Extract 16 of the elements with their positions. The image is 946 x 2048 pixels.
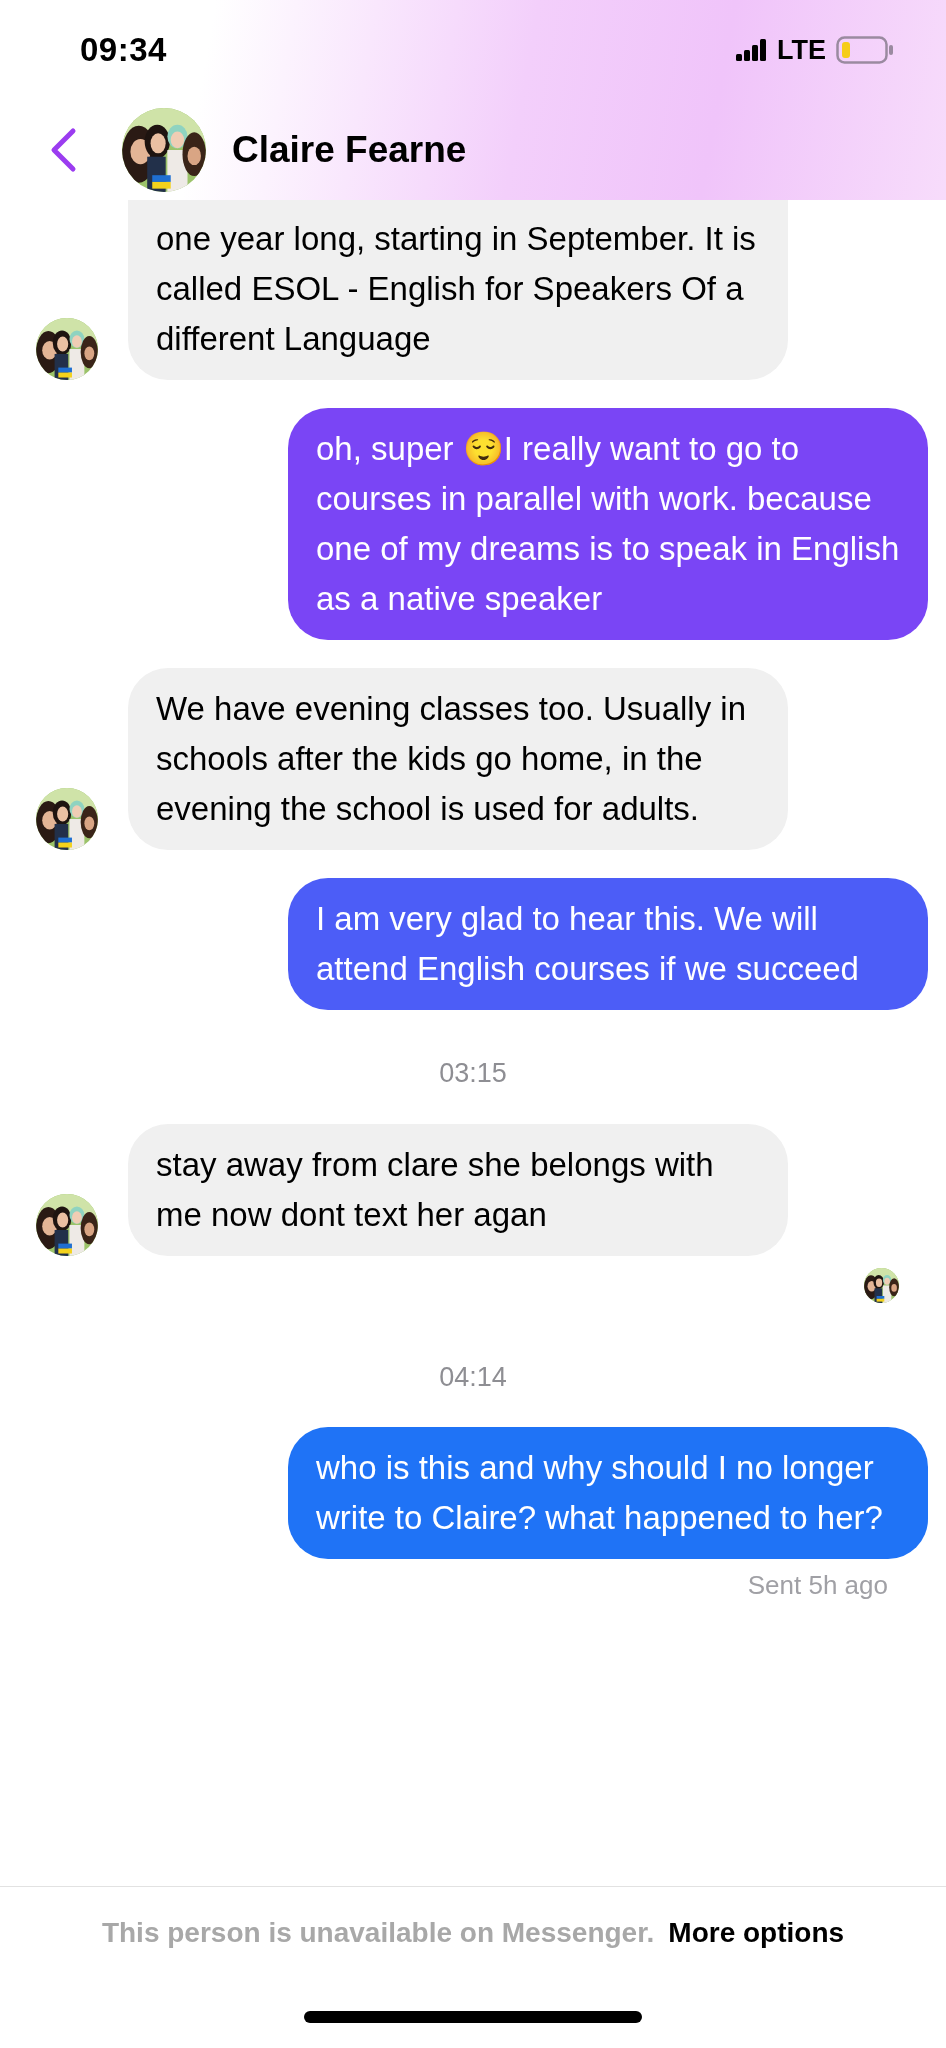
- message-bubble: stay away from clare she belongs with me now dont text her agan: [128, 1124, 788, 1256]
- delivery-status: Sent 5h ago: [747, 1569, 888, 1602]
- message-bubble: one year long, starting in September. It is called ESOL - English for Speakers Of a different Language: [128, 200, 788, 380]
- message-bubble: We have evening classes too. Usually in schools after the kids go home, in the evening the school is used for adults.: [128, 668, 788, 850]
- message-bubble: I am very glad to hear this. We will attend English courses if we succeed: [288, 878, 928, 1010]
- status-time: 09:34: [80, 31, 167, 69]
- message-bubble: who is this and why should I no longer write to Claire? what happened to her?: [288, 1427, 928, 1559]
- message-bubble: oh, super 😌I really want to go to courses in parallel with work. because one of my dreams is to speak in English as a native speaker: [288, 408, 928, 640]
- signal-icon: [736, 39, 767, 61]
- timestamp: 03:15: [438, 1057, 508, 1090]
- timestamp: 04:14: [438, 1361, 508, 1394]
- unavailable-notice: This person is unavailable on Messenger.: [101, 1917, 655, 1949]
- network-label: LTE: [777, 34, 826, 66]
- contact-name[interactable]: Claire Fearne: [232, 129, 467, 171]
- more-options-link[interactable]: More options: [668, 1917, 845, 1949]
- battery-icon: [836, 36, 894, 64]
